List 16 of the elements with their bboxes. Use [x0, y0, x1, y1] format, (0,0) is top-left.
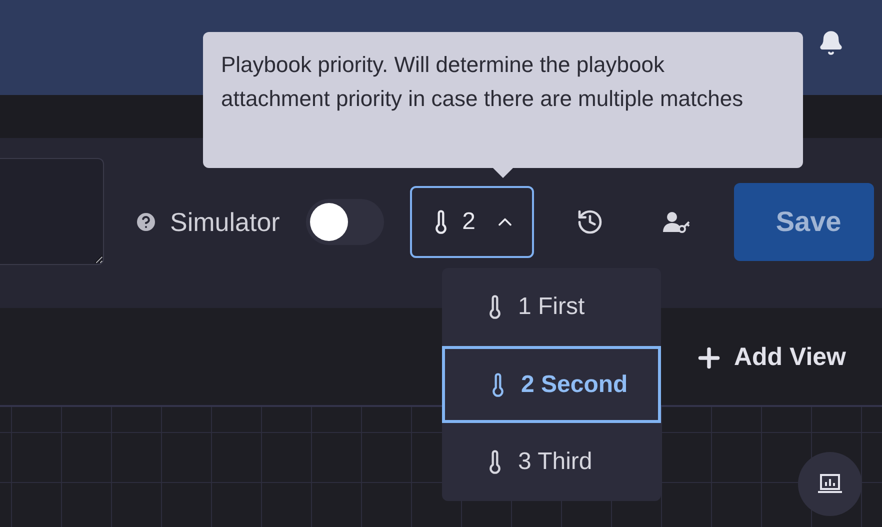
text-field[interactable] [0, 158, 104, 265]
priority-dropdown[interactable]: 2 [410, 186, 534, 258]
history-icon[interactable] [576, 208, 604, 236]
tooltip-arrow [493, 168, 513, 178]
priority-option[interactable]: 2 Second [442, 346, 661, 424]
priority-option[interactable]: 1 First [442, 268, 661, 346]
simulator-toggle[interactable] [306, 199, 384, 245]
tooltip: Playbook priority. Will determine the playbook attachment priority in case there are multiple matches [203, 32, 803, 168]
save-button[interactable]: Save [734, 183, 874, 261]
priority-option[interactable]: 3 Third [442, 423, 661, 501]
laptop-chart-icon [817, 473, 843, 495]
help-icon[interactable] [134, 210, 158, 234]
simulator-label: Simulator [170, 206, 280, 238]
user-key-icon[interactable] [662, 210, 692, 234]
bell-icon[interactable] [818, 30, 844, 56]
add-view-button[interactable]: Add View [694, 338, 846, 376]
